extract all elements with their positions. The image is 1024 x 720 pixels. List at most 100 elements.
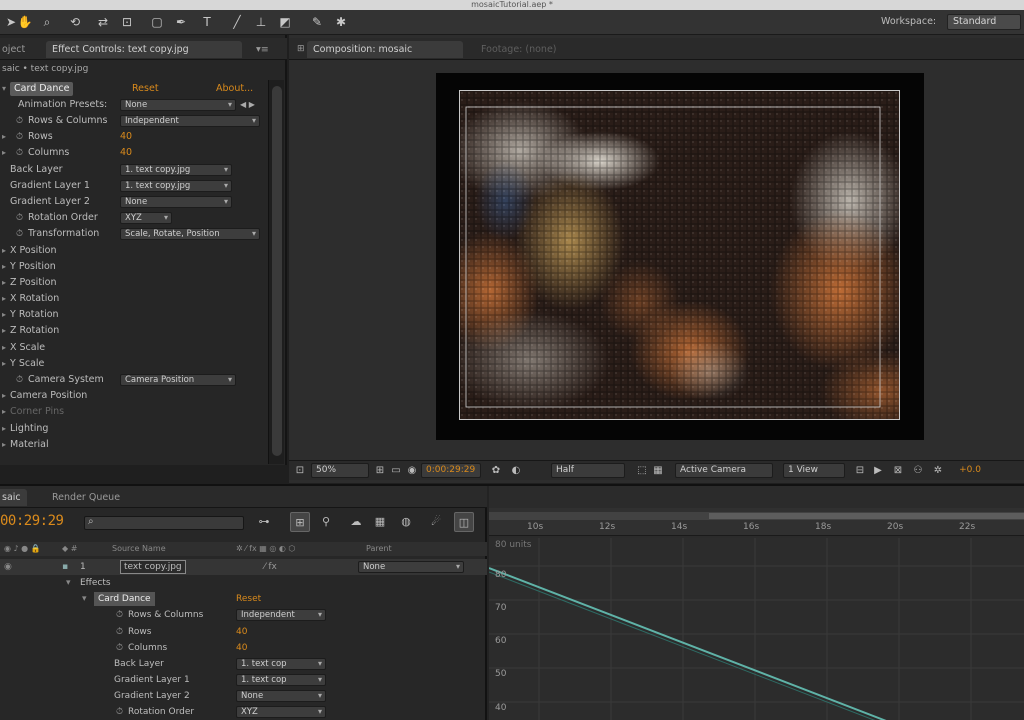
work-area-range[interactable] bbox=[709, 513, 1024, 519]
about-link[interactable]: About... bbox=[216, 81, 253, 97]
parent-dropdown[interactable]: None bbox=[358, 561, 464, 573]
twirl-right-icon[interactable]: ▸ bbox=[2, 145, 6, 161]
comp-mini-flowchart-icon[interactable]: ⊶ bbox=[254, 512, 274, 532]
group-x-scale[interactable]: ▸ X Scale bbox=[0, 340, 268, 356]
stopwatch-icon[interactable]: ⏱ bbox=[16, 226, 23, 242]
group-x-position[interactable]: ▸ X Position bbox=[0, 243, 268, 259]
graph-editor-area[interactable]: 10s 12s 14s 16s 18s 20s 22s 80 units 80 … bbox=[489, 486, 1024, 720]
twirl-right-icon[interactable]: ▸ bbox=[2, 340, 6, 356]
comp-flowchart-icon[interactable]: ⚇ bbox=[911, 463, 925, 478]
stopwatch-icon[interactable]: ⏱ bbox=[116, 607, 123, 623]
label-color-icon[interactable]: ▪ bbox=[62, 559, 68, 575]
stopwatch-icon[interactable]: ⏱ bbox=[16, 129, 23, 145]
transparency-grid-icon[interactable]: ▦ bbox=[651, 463, 665, 478]
reset-link[interactable]: Reset bbox=[132, 81, 159, 97]
rotate-tool-icon[interactable]: ⟲ bbox=[66, 13, 84, 31]
stopwatch-icon[interactable]: ⏱ bbox=[16, 210, 23, 226]
effects-group-row[interactable]: ▾ Effects bbox=[0, 575, 487, 591]
panel-menu-icon[interactable]: ▾≡ bbox=[250, 41, 275, 58]
timeline-search-input[interactable]: ⌕ bbox=[84, 516, 244, 530]
preset-nav-arrows-icon[interactable]: ◀ ▶ bbox=[240, 97, 255, 113]
tab-composition[interactable]: Composition: mosaic bbox=[307, 41, 463, 58]
twirl-right-icon[interactable]: ▸ bbox=[2, 421, 6, 437]
toggle-mask-icon[interactable]: ▭ bbox=[389, 463, 403, 478]
fast-previews-icon[interactable]: ▶ bbox=[871, 463, 885, 478]
rotation-order-dropdown[interactable]: XYZ bbox=[120, 212, 172, 224]
brush-tool-icon[interactable]: ╱ bbox=[228, 13, 246, 31]
parent-header[interactable]: Parent bbox=[366, 542, 392, 556]
group-y-position[interactable]: ▸ Y Position bbox=[0, 259, 268, 275]
tl-rows-value[interactable]: 40 bbox=[236, 624, 247, 640]
layer-row-1[interactable]: ◉ ▪ 1 text copy.jpg ⁄ fx None bbox=[0, 559, 487, 575]
tl-rows-columns-dropdown[interactable]: Independent bbox=[236, 609, 326, 621]
timeline-icon[interactable]: ⊠ bbox=[891, 463, 905, 478]
group-lighting[interactable]: ▸ Lighting bbox=[0, 421, 268, 437]
puppet-tool-icon[interactable]: ✱ bbox=[332, 13, 350, 31]
twirl-right-icon[interactable]: ▸ bbox=[2, 307, 6, 323]
clone-stamp-icon[interactable]: ⊥ bbox=[252, 13, 270, 31]
gradient-layer-2-dropdown[interactable]: None bbox=[120, 196, 232, 208]
hand-tool-icon[interactable]: ✋ bbox=[16, 13, 34, 31]
twirl-right-icon[interactable]: ▸ bbox=[2, 388, 6, 404]
back-layer-dropdown[interactable]: 1. text copy.jpg bbox=[120, 164, 232, 176]
graph-editor-icon[interactable]: ◫ bbox=[454, 512, 474, 532]
work-area-bar[interactable] bbox=[489, 512, 1024, 520]
effect-card-dance-row[interactable]: ▾ Card Dance Reset bbox=[0, 591, 487, 607]
twirl-right-icon[interactable]: ▸ bbox=[2, 437, 6, 453]
reset-exposure-icon[interactable]: ✲ bbox=[931, 463, 945, 478]
stopwatch-icon[interactable]: ⏱ bbox=[16, 372, 23, 388]
twirl-right-icon[interactable]: ▸ bbox=[2, 275, 6, 291]
twirl-right-icon[interactable]: ▸ bbox=[2, 323, 6, 339]
transformation-dropdown[interactable]: Scale, Rotate, Position bbox=[120, 228, 260, 240]
value-graph[interactable]: 80 units 80 70 60 50 40 bbox=[489, 538, 1024, 720]
camera-system-dropdown[interactable]: Camera Position bbox=[120, 374, 236, 386]
stopwatch-icon[interactable]: ⏱ bbox=[116, 624, 123, 640]
gradient-layer-1-dropdown[interactable]: 1. text copy.jpg bbox=[120, 180, 232, 192]
twirl-down-icon[interactable]: ▾ bbox=[66, 575, 71, 591]
twirl-right-icon[interactable]: ▸ bbox=[2, 129, 6, 145]
pixel-aspect-icon[interactable]: ⊟ bbox=[853, 463, 867, 478]
twirl-right-icon[interactable]: ▸ bbox=[2, 356, 6, 372]
pen-tool-icon[interactable]: ✒ bbox=[172, 13, 190, 31]
twirl-right-icon[interactable]: ▸ bbox=[2, 243, 6, 259]
group-camera-position[interactable]: ▸ Camera Position bbox=[0, 388, 268, 404]
stopwatch-icon[interactable]: ⏱ bbox=[116, 640, 123, 656]
twirl-right-icon[interactable]: ▸ bbox=[2, 259, 6, 275]
effect-controls-scrollbar[interactable] bbox=[268, 80, 284, 464]
tab-effect-controls[interactable]: Effect Controls: text copy.jpg bbox=[46, 41, 242, 58]
rows-columns-dropdown[interactable]: Independent bbox=[120, 115, 260, 127]
workspace-select[interactable]: Standard bbox=[947, 14, 1021, 30]
rows-value[interactable]: 40 bbox=[120, 129, 132, 145]
effect-header-card-dance[interactable]: ▾ Card Dance Reset About... bbox=[0, 81, 268, 97]
text-tool-icon[interactable]: T bbox=[198, 13, 216, 31]
stopwatch-icon[interactable]: ⏱ bbox=[16, 145, 23, 161]
zoom-tool-icon[interactable]: ⌕ bbox=[38, 13, 56, 31]
exposure-value[interactable]: +0.0 bbox=[953, 463, 987, 478]
rectangle-tool-icon[interactable]: ▢ bbox=[148, 13, 166, 31]
tab-project[interactable]: oject bbox=[0, 41, 31, 58]
camera-select[interactable]: Active Camera bbox=[675, 463, 773, 478]
resolution-select[interactable]: Half bbox=[551, 463, 625, 478]
pan-behind-icon[interactable]: ⊡ bbox=[118, 13, 136, 31]
columns-value[interactable]: 40 bbox=[120, 145, 132, 161]
roto-brush-icon[interactable]: ✎ bbox=[308, 13, 326, 31]
zoom-select[interactable]: 50% bbox=[311, 463, 369, 478]
twirl-right-icon[interactable]: ▸ bbox=[2, 291, 6, 307]
orbit-camera-icon[interactable]: ⇄ bbox=[94, 13, 112, 31]
tl-gradient-layer-1-dropdown[interactable]: 1. text cop bbox=[236, 674, 326, 686]
scrollbar-thumb[interactable] bbox=[272, 86, 282, 456]
layer-switches-icon[interactable]: ⁄ fx bbox=[264, 559, 277, 575]
stopwatch-icon[interactable]: ⏱ bbox=[116, 704, 123, 720]
group-y-rotation[interactable]: ▸ Y Rotation bbox=[0, 307, 268, 323]
time-ruler[interactable]: 10s 12s 14s 16s 18s 20s 22s bbox=[489, 508, 1024, 536]
stopwatch-icon[interactable]: ⏱ bbox=[16, 113, 23, 129]
group-z-position[interactable]: ▸ Z Position bbox=[0, 275, 268, 291]
eraser-tool-icon[interactable]: ◩ bbox=[276, 13, 294, 31]
tl-rotation-order-dropdown[interactable]: XYZ bbox=[236, 706, 326, 718]
live-update-icon[interactable]: ⊞ bbox=[290, 512, 310, 532]
tab-timeline[interactable]: saic bbox=[0, 489, 27, 506]
group-material[interactable]: ▸ Material bbox=[0, 437, 268, 453]
tl-gradient-layer-2-dropdown[interactable]: None bbox=[236, 690, 326, 702]
draft-3d-icon[interactable]: ⚲ bbox=[316, 512, 336, 532]
frame-blending-icon[interactable]: ▦ bbox=[370, 512, 390, 532]
